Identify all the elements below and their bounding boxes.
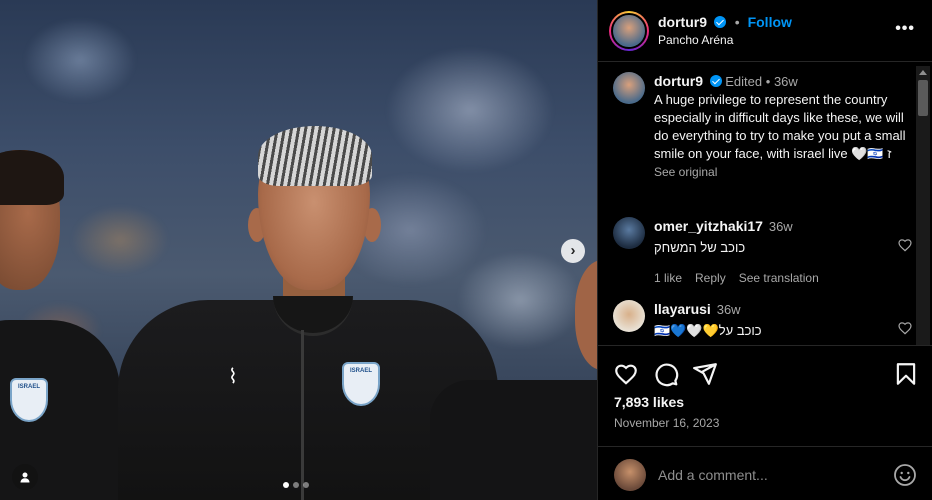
comments-scrollbar[interactable] bbox=[916, 66, 930, 346]
avatar[interactable] bbox=[613, 72, 645, 104]
comments-list[interactable]: dortur9 Edited • 36w A huge privilege to… bbox=[598, 62, 932, 345]
crest-main: ISRAEL bbox=[342, 362, 380, 406]
comment-text: כוכב של המשחק bbox=[654, 240, 746, 255]
location-link[interactable]: Pancho Aréna bbox=[658, 33, 733, 47]
bookmark-icon[interactable] bbox=[893, 361, 919, 387]
list-item: llayarusi 36w כוכב על💛🤍💙🇮🇱 bbox=[613, 300, 913, 340]
caption-username[interactable]: dortur9 bbox=[654, 73, 703, 89]
crest-left: ISRAEL bbox=[10, 378, 48, 422]
add-comment-bar bbox=[598, 446, 932, 500]
heart-icon[interactable] bbox=[613, 361, 639, 387]
edited-label: Edited bbox=[725, 74, 763, 89]
avatar bbox=[614, 459, 646, 491]
carousel-dot[interactable] bbox=[303, 482, 309, 488]
comment-likes[interactable]: 1 like bbox=[654, 269, 682, 287]
list-item: omer_yitzhaki17 36w כוכב של המשחק 1 like… bbox=[613, 217, 913, 287]
avatar[interactable] bbox=[613, 217, 645, 249]
follow-button[interactable]: Follow bbox=[748, 14, 792, 30]
caption-text: A huge privilege to represent the countr… bbox=[654, 92, 906, 161]
heart-icon[interactable] bbox=[897, 237, 913, 253]
avatar[interactable] bbox=[609, 11, 649, 51]
reply-button[interactable]: Reply bbox=[695, 269, 726, 287]
verified-icon bbox=[709, 75, 722, 87]
caption: dortur9 Edited • 36w A huge privilege to… bbox=[613, 72, 913, 181]
comment-username[interactable]: llayarusi bbox=[654, 301, 711, 317]
comment-time[interactable]: 36w bbox=[769, 219, 793, 234]
separator: • bbox=[734, 14, 740, 30]
left-player: ISRAEL bbox=[0, 150, 120, 500]
see-original-button[interactable]: See original bbox=[654, 163, 913, 181]
avatar[interactable] bbox=[613, 300, 645, 332]
likes-count[interactable]: 7,893 likes bbox=[614, 394, 684, 410]
post-date[interactable]: November 16, 2023 bbox=[614, 416, 719, 430]
share-icon[interactable] bbox=[692, 361, 718, 387]
caption-time[interactable]: 36w bbox=[774, 74, 798, 89]
heart-icon[interactable] bbox=[897, 320, 913, 336]
carousel-dot[interactable] bbox=[293, 482, 299, 488]
carousel-dot[interactable] bbox=[283, 482, 289, 488]
comment-text: כוכב על💛🤍💙🇮🇱 bbox=[654, 323, 762, 338]
emoji-icon[interactable] bbox=[893, 463, 917, 487]
post-media[interactable]: ISRAEL ISRAEL ⌇ › bbox=[0, 0, 597, 500]
comment-username[interactable]: omer_yitzhaki17 bbox=[654, 218, 763, 234]
next-slide-button[interactable]: › bbox=[561, 239, 585, 263]
comment-input[interactable] bbox=[658, 467, 868, 483]
brand-logo: ⌇ bbox=[228, 366, 238, 388]
author-username[interactable]: dortur9 bbox=[658, 14, 707, 30]
scrollbar-thumb[interactable] bbox=[918, 80, 928, 116]
carousel-dots bbox=[283, 482, 309, 488]
scroll-up-icon[interactable] bbox=[919, 70, 927, 75]
user-tag-button[interactable] bbox=[12, 464, 38, 490]
more-options-button[interactable]: ••• bbox=[895, 20, 915, 38]
user-tag-icon bbox=[20, 472, 30, 483]
comment-icon[interactable] bbox=[653, 361, 679, 387]
verified-icon bbox=[713, 16, 726, 28]
arm-right bbox=[430, 380, 597, 500]
post-header: dortur9 • Follow Pancho Aréna ••• bbox=[598, 0, 932, 62]
see-translation-button[interactable]: See translation bbox=[739, 269, 819, 287]
separator: • bbox=[765, 74, 771, 89]
comment-time[interactable]: 36w bbox=[717, 302, 741, 317]
post-actions: 7,893 likes November 16, 2023 bbox=[598, 345, 932, 500]
post-side-panel: dortur9 • Follow Pancho Aréna ••• dortur… bbox=[597, 0, 932, 500]
